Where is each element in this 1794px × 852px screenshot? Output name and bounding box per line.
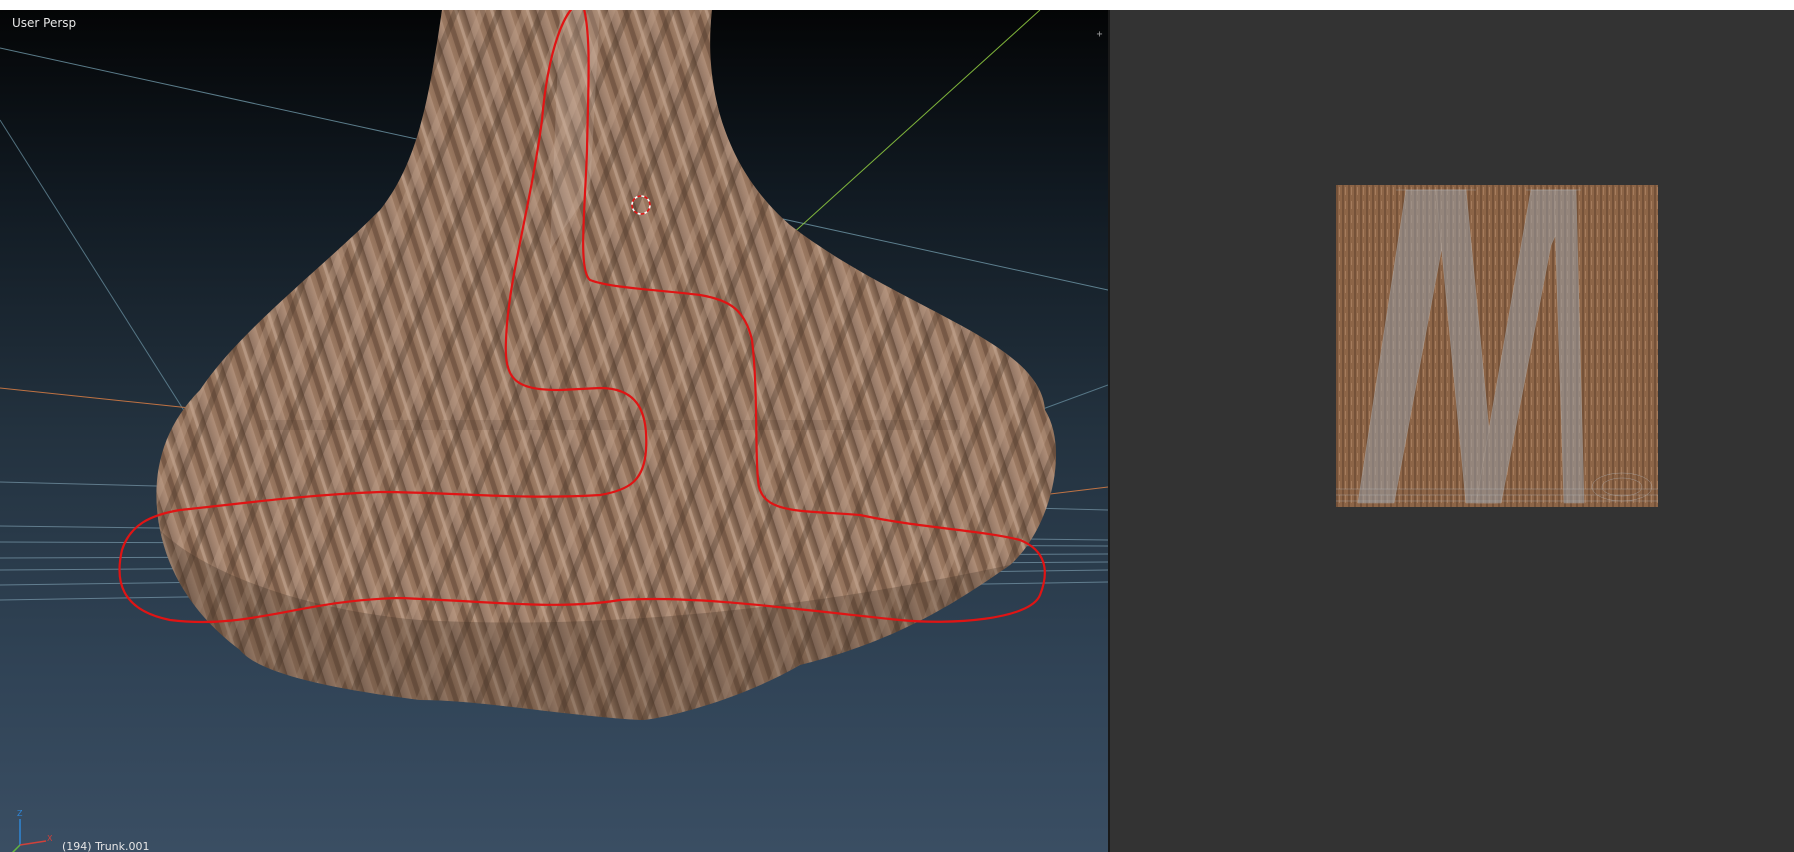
y-axis-line [11,844,21,852]
viewport-scene[interactable] [0,10,1108,852]
plus-icon[interactable]: + [1095,30,1104,40]
z-axis-label: Z [17,809,23,818]
3d-viewport[interactable]: User Persp Z X (194) Trunk.001 [0,10,1108,852]
blender-window: User Persp Z X (194) Trunk.001 + + [0,0,1794,852]
top-header-strip [0,0,1794,10]
object-info: (194) Trunk.001 [62,840,150,852]
x-axis-line [19,840,47,846]
uv-image-editor[interactable] [1110,10,1794,852]
view-label: User Persp [12,16,77,30]
trunk-mesh[interactable] [156,10,1057,720]
uv-wireframe [1336,185,1658,507]
x-axis-label: X [47,834,53,843]
uv-texture-image[interactable] [1336,185,1658,507]
axis-gizmo: Z X [11,809,53,852]
